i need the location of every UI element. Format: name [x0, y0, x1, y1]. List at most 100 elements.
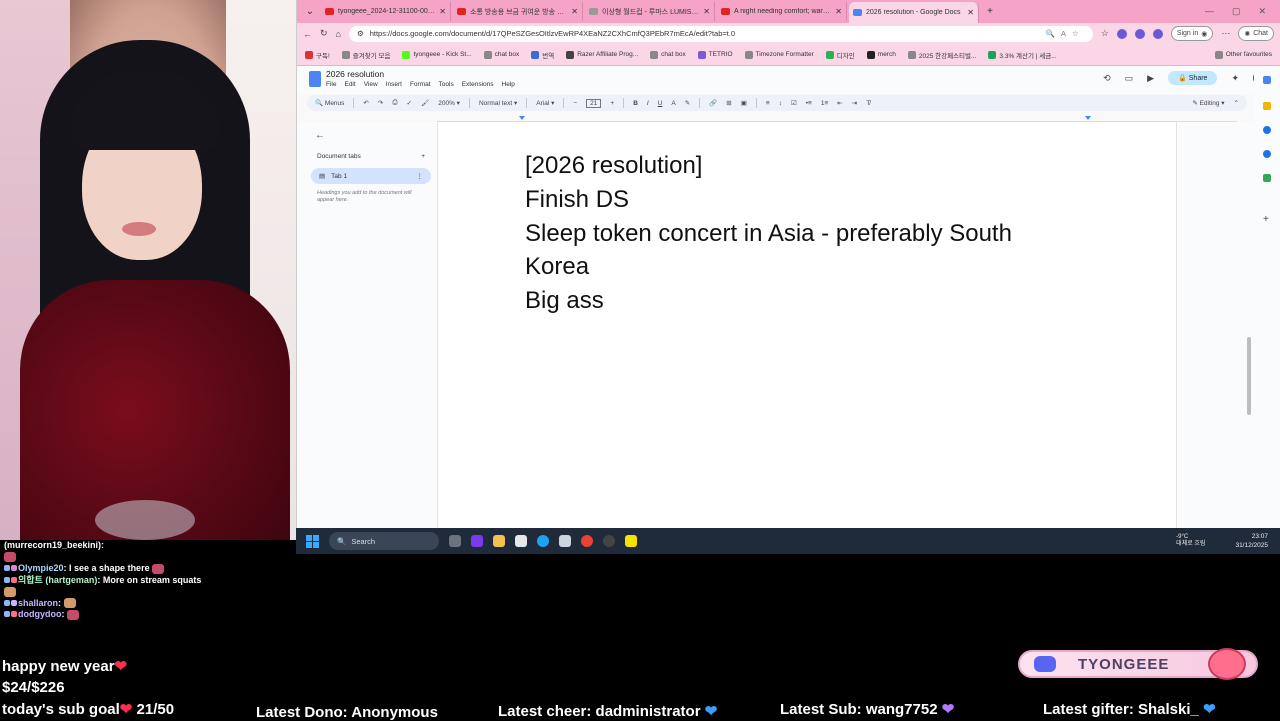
task-view-icon[interactable] [449, 535, 461, 547]
snipping-icon[interactable] [559, 535, 571, 547]
font-select[interactable]: Arial ▾ [536, 99, 554, 107]
bookmark-item[interactable]: chat box [483, 50, 519, 59]
paint-format-icon[interactable]: 🖌 [421, 99, 429, 107]
highlight-icon[interactable]: ✎ [685, 99, 690, 107]
new-tab-button[interactable]: + [981, 4, 999, 20]
clock[interactable]: 23:07 31/12/2025 [1235, 532, 1268, 550]
favorites-icon[interactable]: ☆ [1101, 28, 1109, 39]
keep-icon[interactable] [1263, 102, 1271, 110]
google-docs-icon[interactable] [309, 71, 321, 87]
close-window-icon[interactable]: ✕ [1258, 6, 1266, 17]
extension-icon[interactable] [1116, 28, 1127, 39]
increase-size-icon[interactable]: + [610, 100, 614, 107]
close-icon[interactable]: ✕ [439, 7, 446, 16]
maps-icon[interactable] [1263, 174, 1271, 182]
sign-in-button[interactable]: Sign in ◉ [1170, 26, 1214, 41]
tab-search-icon[interactable]: ⌄ [301, 4, 319, 20]
menu-view[interactable]: View [364, 81, 378, 88]
menu-file[interactable]: File [326, 81, 336, 88]
checklist-icon[interactable]: ☑ [791, 99, 797, 107]
back-icon[interactable]: ← [303, 29, 312, 39]
reload-icon[interactable]: ↻ [320, 28, 328, 39]
menu-help[interactable]: Help [502, 81, 515, 88]
menu-tools[interactable]: Tools [439, 81, 454, 88]
clear-formatting-icon[interactable]: T̸ [866, 100, 870, 107]
weather-widget[interactable]: -9°C 대체로 흐림 [1176, 534, 1205, 548]
bookmark-item[interactable]: 즐겨찾기 모음 [341, 50, 390, 60]
decrease-size-icon[interactable]: − [573, 100, 577, 107]
indent-marker[interactable] [519, 116, 525, 120]
file-explorer-icon[interactable] [493, 535, 505, 547]
collapse-menu-icon[interactable]: ⌃ [1234, 99, 1239, 107]
doc-line[interactable]: Korea [525, 253, 589, 281]
bookmark-item[interactable]: 3.3% 계산기 | 세금... [988, 50, 1057, 60]
close-icon[interactable]: ✕ [967, 8, 974, 17]
more-options-icon[interactable]: ⋮ [417, 172, 424, 180]
gemini-icon[interactable]: ✦ [1231, 73, 1239, 84]
bold-icon[interactable]: B [633, 100, 638, 107]
redo-icon[interactable]: ↷ [378, 99, 383, 107]
comment-icon[interactable]: ▭ [1125, 73, 1134, 84]
undo-icon[interactable]: ↶ [363, 99, 368, 107]
bookmark-item[interactable]: Razer Affiliate Prog... [566, 50, 638, 59]
add-tab-icon[interactable]: + [421, 153, 425, 160]
maximize-icon[interactable]: ▢ [1232, 6, 1241, 17]
extension-icon[interactable] [1152, 28, 1163, 39]
zoom-select[interactable]: 200% ▾ [438, 99, 460, 107]
windows-start-icon[interactable] [306, 534, 319, 548]
editing-mode-select[interactable]: ✎ Editing ▾ [1192, 99, 1224, 107]
chrome-icon[interactable] [581, 535, 593, 547]
doc-line[interactable]: Big ass [525, 287, 604, 315]
menus-search[interactable]: 🔍 Menus [315, 99, 344, 107]
font-size-input[interactable]: 21 [586, 98, 602, 108]
bookmark-item[interactable]: TETRIO [697, 50, 733, 59]
calendar-icon[interactable] [1263, 76, 1271, 84]
bookmark-item[interactable]: 번역 [531, 50, 554, 60]
numbered-list-icon[interactable]: 1≡ [821, 100, 828, 107]
meet-icon[interactable]: ▶ [1147, 73, 1154, 84]
line-spacing-icon[interactable]: ↕ [779, 100, 782, 107]
bookmark-item[interactable]: Timezone Formatter [744, 50, 814, 59]
document-page[interactable]: [2026 resolution] Finish DS Sleep token … [437, 122, 1177, 528]
doc-line[interactable]: Sleep token concert in Asia - preferably… [525, 220, 1012, 248]
menu-format[interactable]: Format [410, 81, 431, 88]
right-margin-marker[interactable] [1085, 116, 1091, 120]
spellcheck-icon[interactable]: ✓ [407, 99, 412, 107]
bookmark-item[interactable]: tyongeee - Kick St... [402, 50, 472, 59]
add-comment-icon[interactable]: ⊞ [726, 99, 731, 107]
bookmark-item[interactable]: merch [866, 50, 896, 59]
bullet-list-icon[interactable]: •≡ [806, 100, 812, 107]
more-icon[interactable]: ⋯ [1221, 28, 1230, 39]
other-favourites[interactable]: Other favourites [1214, 50, 1272, 59]
tasks-icon[interactable] [1263, 126, 1271, 134]
extension-icon[interactable] [1134, 28, 1145, 39]
menu-extensions[interactable]: Extensions [462, 81, 494, 88]
browser-tab-3[interactable]: 이상형 월드컵 - 루마스 LUMIS 202 ✕ [585, 2, 715, 21]
add-addon-icon[interactable]: + [1263, 215, 1271, 225]
browser-tab-2[interactable]: 소통 방송용 브금 귀여운 방송 브금 ✕ [453, 2, 583, 21]
obs-icon[interactable] [603, 535, 615, 547]
underline-icon[interactable]: U [658, 100, 663, 107]
menu-edit[interactable]: Edit [344, 81, 355, 88]
align-icon[interactable]: ≡ [766, 100, 770, 107]
scrollbar[interactable] [1247, 337, 1251, 415]
browser-tab-5[interactable]: 2026 resolution - Google Docs ✕ [849, 2, 979, 23]
share-button[interactable]: 🔒 Share [1168, 71, 1218, 85]
app-icon[interactable] [471, 535, 483, 547]
close-icon[interactable]: ✕ [835, 7, 842, 16]
bookmark-item[interactable]: 2025 한강페스티벌... [907, 50, 976, 60]
taskbar-search[interactable]: 🔍 Search [329, 532, 439, 550]
bookmark-item[interactable]: 구독! [305, 50, 330, 60]
bookmark-item[interactable]: chat box [650, 50, 686, 59]
link-icon[interactable]: 🔗 [709, 99, 717, 107]
contacts-icon[interactable] [1263, 150, 1271, 158]
text-color-icon[interactable]: A [671, 100, 675, 107]
minimize-icon[interactable]: — [1205, 6, 1214, 17]
browser-tab-1[interactable]: tyongeee_2024-12-31100-00-002 ✕ [321, 2, 451, 21]
site-info-icon[interactable]: ⚙ [357, 29, 364, 38]
store-icon[interactable] [515, 535, 527, 547]
history-icon[interactable]: ⟲ [1103, 73, 1111, 84]
url-field[interactable]: ⚙ https://docs.google.com/document/d/17Q… [348, 25, 1093, 42]
doc-line[interactable]: Finish DS [525, 186, 629, 214]
increase-indent-icon[interactable]: ⇥ [852, 99, 857, 107]
